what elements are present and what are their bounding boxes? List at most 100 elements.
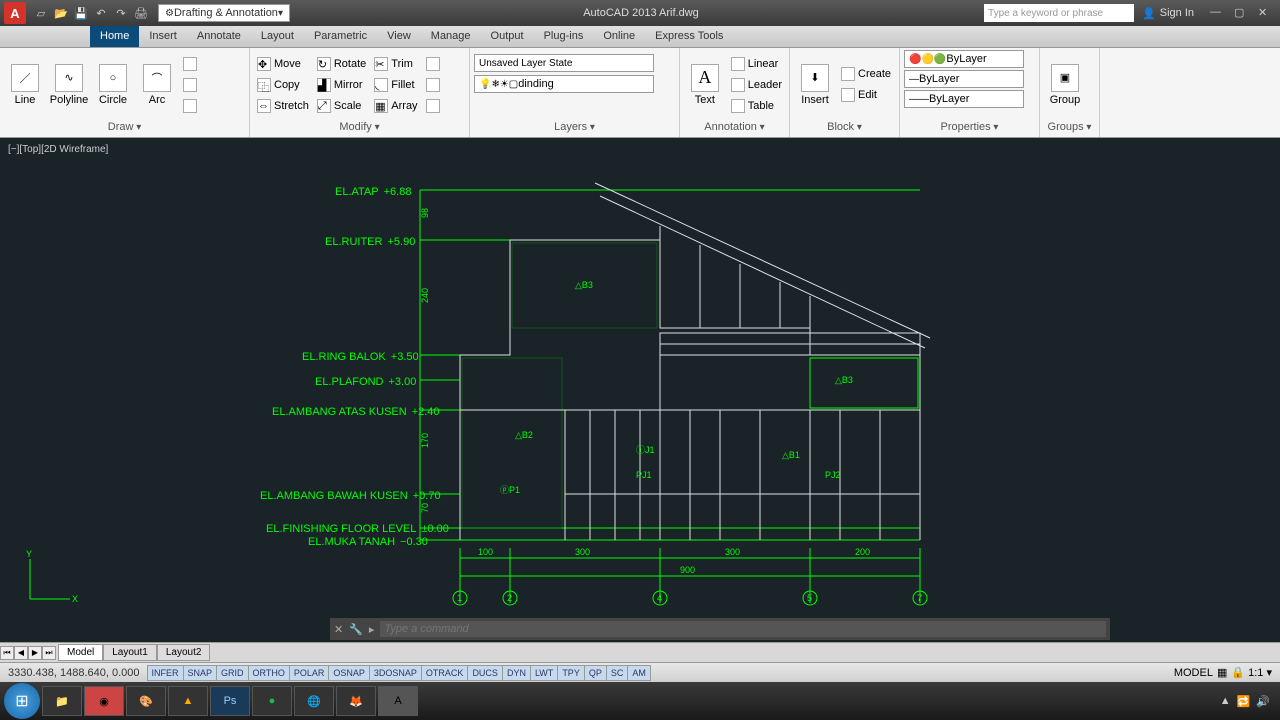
tab-view[interactable]: View <box>377 26 421 47</box>
taskbar-firefox[interactable]: 🦊 <box>336 686 376 716</box>
tab-annotate[interactable]: Annotate <box>187 26 251 47</box>
tab-manage[interactable]: Manage <box>421 26 481 47</box>
qat-redo-icon[interactable]: ↷ <box>112 4 130 22</box>
arc-button[interactable]: ⌒Arc <box>136 55 178 115</box>
tab-layout2[interactable]: Layout2 <box>157 644 211 661</box>
line-button[interactable]: ／Line <box>4 55 46 115</box>
draw-extra-3[interactable] <box>180 96 200 116</box>
tray-net-icon[interactable]: 🔁 <box>1237 695 1251 708</box>
layer-current-dropdown[interactable]: 💡❄☀▢ dinding <box>474 75 654 93</box>
search-input[interactable]: Type a keyword or phrase <box>984 4 1134 22</box>
toggle-snap[interactable]: SNAP <box>183 665 218 681</box>
status-model[interactable]: MODEL <box>1174 667 1213 679</box>
signin-button[interactable]: 👤 Sign In <box>1142 7 1194 20</box>
draw-extra-2[interactable] <box>180 75 200 95</box>
command-line[interactable]: ✕ 🔧 ▸ <box>330 618 1110 640</box>
qat-save-icon[interactable]: 💾 <box>72 4 90 22</box>
taskbar-explorer[interactable]: 📁 <box>42 686 82 716</box>
create-button[interactable]: Create <box>838 64 894 84</box>
panel-modify-label[interactable]: Modify ▾ <box>254 119 465 135</box>
start-button[interactable]: ⊞ <box>4 683 40 719</box>
taskbar-spotify[interactable]: ● <box>252 686 292 716</box>
polyline-button[interactable]: ∿Polyline <box>48 55 90 115</box>
group-button[interactable]: ▣Group <box>1044 55 1086 115</box>
drawing-canvas[interactable]: [−][Top][2D Wireframe] EL.ATAP +6.88 EL.… <box>0 138 1280 662</box>
toggle-qp[interactable]: QP <box>584 665 607 681</box>
system-tray[interactable]: ▲ 🔁 🔊 <box>1220 695 1276 708</box>
linear-button[interactable]: Linear <box>728 54 785 74</box>
layer-state-dropdown[interactable]: Unsaved Layer State <box>474 54 654 72</box>
linetype-dropdown[interactable]: —— ByLayer <box>904 90 1024 108</box>
panel-groups-label[interactable]: Groups ▾ <box>1044 119 1095 135</box>
modify-extra-1[interactable] <box>423 54 443 74</box>
tray-up-icon[interactable]: ▲ <box>1220 695 1231 707</box>
autocad-logo[interactable]: A <box>4 2 26 24</box>
stretch-button[interactable]: ⇔Stretch <box>254 96 312 116</box>
toggle-polar[interactable]: POLAR <box>289 665 330 681</box>
tab-parametric[interactable]: Parametric <box>304 26 377 47</box>
tab-plugins[interactable]: Plug-ins <box>534 26 594 47</box>
layout-first-icon[interactable]: ⏮ <box>0 646 14 660</box>
toggle-3dosnap[interactable]: 3DOSNAP <box>369 665 422 681</box>
tab-online[interactable]: Online <box>593 26 645 47</box>
toggle-ortho[interactable]: ORTHO <box>248 665 290 681</box>
leader-button[interactable]: Leader <box>728 75 785 95</box>
tab-layout1[interactable]: Layout1 <box>103 644 157 661</box>
maximize-icon[interactable]: ▢ <box>1234 6 1252 20</box>
toggle-am[interactable]: AM <box>627 665 651 681</box>
tab-home[interactable]: Home <box>90 26 139 47</box>
tab-model[interactable]: Model <box>58 644 103 661</box>
panel-layers-label[interactable]: Layers ▾ <box>474 119 675 135</box>
modify-extra-2[interactable] <box>423 75 443 95</box>
text-button[interactable]: AText <box>684 55 726 115</box>
command-input[interactable] <box>380 621 1106 637</box>
toggle-grid[interactable]: GRID <box>216 665 249 681</box>
app-menu[interactable] <box>0 26 90 47</box>
edit-button[interactable]: Edit <box>838 85 894 105</box>
taskbar-app1[interactable]: ◉ <box>84 686 124 716</box>
tab-layout[interactable]: Layout <box>251 26 304 47</box>
taskbar-autocad[interactable]: A <box>378 686 418 716</box>
layout-prev-icon[interactable]: ◀ <box>14 646 28 660</box>
array-button[interactable]: ▦Array <box>371 96 420 116</box>
color-dropdown[interactable]: 🔴🟡🟢 ByLayer <box>904 50 1024 68</box>
toggle-infer[interactable]: INFER <box>147 665 184 681</box>
panel-annotation-label[interactable]: Annotation ▾ <box>684 119 785 135</box>
scale-button[interactable]: ⤢Scale <box>314 96 369 116</box>
fillet-button[interactable]: ◟Fillet <box>371 75 420 95</box>
minimize-icon[interactable]: — <box>1210 6 1228 20</box>
draw-extra-1[interactable] <box>180 54 200 74</box>
panel-block-label[interactable]: Block ▾ <box>794 119 895 135</box>
toggle-otrack[interactable]: OTRACK <box>421 665 469 681</box>
move-button[interactable]: ✥Move <box>254 54 312 74</box>
tab-output[interactable]: Output <box>481 26 534 47</box>
close-icon[interactable]: ✕ <box>1258 6 1276 20</box>
toggle-tpy[interactable]: TPY <box>557 665 585 681</box>
panel-draw-label[interactable]: Draw ▾ <box>4 119 245 135</box>
tab-insert[interactable]: Insert <box>139 26 187 47</box>
circle-button[interactable]: ○Circle <box>92 55 134 115</box>
copy-button[interactable]: ⿻Copy <box>254 75 312 95</box>
trim-button[interactable]: ✂Trim <box>371 54 420 74</box>
mirror-button[interactable]: ▟Mirror <box>314 75 369 95</box>
toggle-sc[interactable]: SC <box>606 665 629 681</box>
qat-print-icon[interactable]: 🖨 <box>132 4 150 22</box>
layout-last-icon[interactable]: ⏭ <box>42 646 56 660</box>
qat-new-icon[interactable]: ▱ <box>32 4 50 22</box>
lineweight-dropdown[interactable]: — ByLayer <box>904 70 1024 88</box>
tray-vol-icon[interactable]: 🔊 <box>1256 695 1270 708</box>
insert-button[interactable]: ⬇Insert <box>794 55 836 115</box>
taskbar-chrome[interactable]: 🌐 <box>294 686 334 716</box>
toggle-osnap[interactable]: OSNAP <box>328 665 370 681</box>
qat-open-icon[interactable]: 📂 <box>52 4 70 22</box>
modify-extra-3[interactable] <box>423 96 443 116</box>
table-button[interactable]: Table <box>728 96 785 116</box>
taskbar-app2[interactable]: 🎨 <box>126 686 166 716</box>
toggle-dyn[interactable]: DYN <box>502 665 531 681</box>
tab-express[interactable]: Express Tools <box>645 26 733 47</box>
workspace-dropdown[interactable]: ⚙ Drafting & Annotation ▾ <box>158 4 290 22</box>
cmdline-wrench-icon[interactable]: 🔧 <box>349 623 363 636</box>
status-grid-icon[interactable]: ▦ <box>1217 666 1227 679</box>
cmdline-close-icon[interactable]: ✕ <box>334 623 343 636</box>
status-scale[interactable]: 🔒 1:1 ▾ <box>1231 666 1272 679</box>
